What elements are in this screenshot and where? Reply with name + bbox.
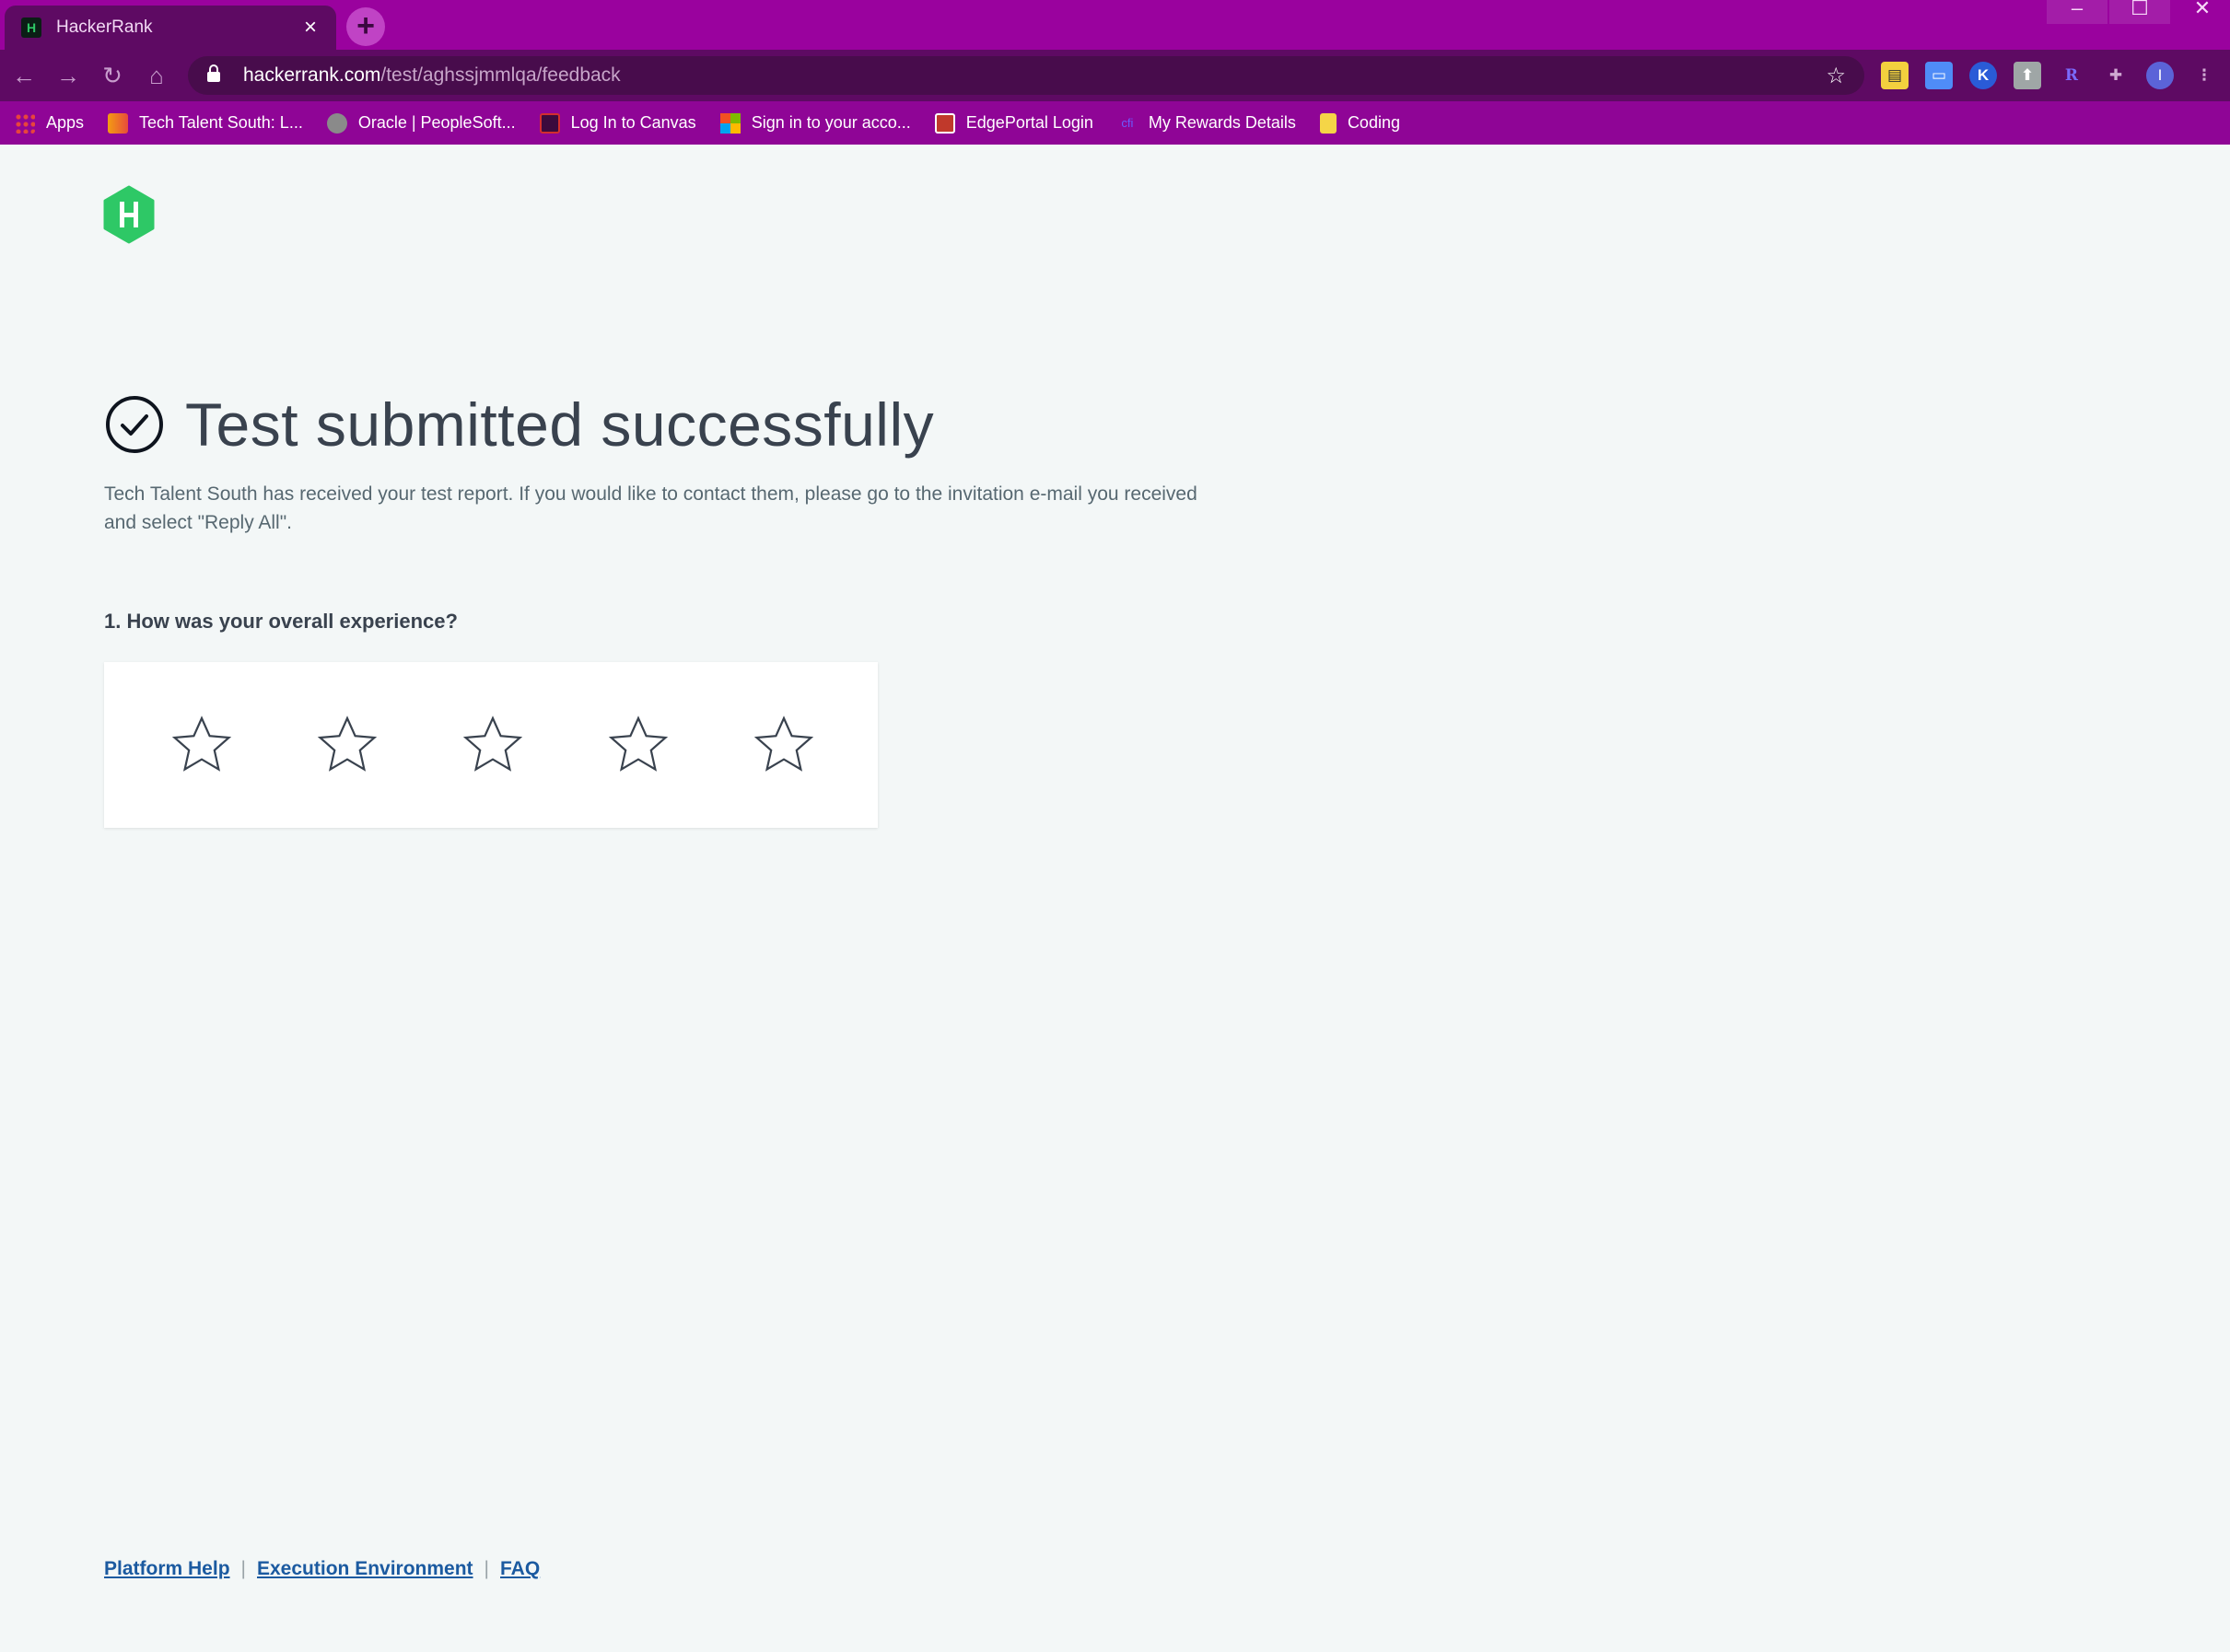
page-content: Test submitted successfully Tech Talent … <box>0 145 2230 1652</box>
folder-icon <box>1319 112 1337 134</box>
rating-star-1-icon[interactable] <box>170 714 233 776</box>
hackerrank-logo-icon[interactable] <box>101 185 157 244</box>
tab-strip: H HackerRank × + – ☐ ✕ <box>0 0 2230 50</box>
footer-separator: | <box>484 1558 490 1579</box>
rating-star-2-icon[interactable] <box>316 714 379 776</box>
bookmark-apps[interactable]: Apps <box>15 112 85 134</box>
browser-chrome: H HackerRank × + – ☐ ✕ ← → ↻ ⌂ hackerran… <box>0 0 2230 145</box>
bookmark-tech-talent-south[interactable]: Tech Talent South: L... <box>108 112 303 134</box>
page-title: Test submitted successfully <box>185 390 935 459</box>
bookmark-oracle-peoplesoft[interactable]: Oracle | PeopleSoft... <box>326 112 516 134</box>
footer-link-execution-environment[interactable]: Execution Environment <box>257 1558 473 1580</box>
footer-separator: | <box>240 1558 246 1579</box>
bookmark-label: Log In to Canvas <box>570 113 696 132</box>
bookmark-label: Sign in to your acco... <box>751 113 911 132</box>
back-icon[interactable]: ← <box>7 59 41 92</box>
tab-close-icon[interactable]: × <box>298 15 323 41</box>
tts-icon <box>108 112 129 134</box>
window-minimize-button[interactable]: – <box>2047 0 2107 24</box>
lock-icon <box>206 64 230 87</box>
rewards-icon: cfi <box>1121 115 1134 130</box>
footer-link-faq[interactable]: FAQ <box>500 1558 540 1580</box>
bookmark-label: My Rewards Details <box>1148 113 1296 132</box>
url-host: hackerrank.com <box>243 64 381 86</box>
edge-portal-icon <box>934 112 955 134</box>
browser-menu-icon[interactable]: ⋮ <box>2190 62 2218 89</box>
bookmark-label: Tech Talent South: L... <box>139 113 303 132</box>
bookmark-coding-folder[interactable]: Coding <box>1319 112 1400 134</box>
tab-hackerrank[interactable]: H HackerRank × <box>5 6 336 50</box>
window-close-button[interactable]: ✕ <box>2172 0 2230 24</box>
check-circle-icon <box>106 396 163 453</box>
keyboard-icon[interactable]: ▤ <box>1881 62 1909 89</box>
footer-link-platform-help[interactable]: Platform Help <box>104 1558 230 1580</box>
rating-star-4-icon[interactable] <box>607 714 670 776</box>
home-icon[interactable]: ⌂ <box>140 59 173 92</box>
forward-icon[interactable]: → <box>52 59 85 92</box>
bookmark-label: Apps <box>46 113 85 132</box>
r-extension-icon[interactable]: R <box>2058 62 2085 89</box>
doc-icon[interactable]: ▭ <box>1925 62 1953 89</box>
reload-icon[interactable]: ↻ <box>96 59 129 92</box>
bookmark-my-rewards[interactable]: cfi My Rewards Details <box>1117 113 1296 134</box>
canvas-icon <box>539 112 560 134</box>
url-path: /test/aghssjmmlqa/feedback <box>380 64 621 86</box>
hackerrank-favicon-icon: H <box>21 17 41 38</box>
bookmark-star-icon[interactable]: ☆ <box>1826 63 1846 89</box>
bookmark-microsoft-signin[interactable]: Sign in to your acco... <box>719 112 911 134</box>
k-extension-icon[interactable]: K <box>1969 62 1997 89</box>
bookmark-label: Oracle | PeopleSoft... <box>357 113 516 132</box>
success-heading: Test submitted successfully <box>104 390 934 460</box>
rocket-icon[interactable]: ⬆ <box>2014 62 2041 89</box>
microsoft-icon <box>719 112 741 134</box>
profile-avatar[interactable]: I <box>2146 62 2174 89</box>
bookmark-canvas[interactable]: Log In to Canvas <box>539 112 696 134</box>
globe-icon <box>326 112 347 134</box>
star-rating <box>104 662 878 828</box>
tab-title: HackerRank <box>56 17 153 37</box>
bookmark-label: Coding <box>1347 113 1400 132</box>
submission-description: Tech Talent South has received your test… <box>104 483 1197 533</box>
footer-links: Platform Help | Execution Environment | … <box>104 1558 540 1580</box>
bookmarks-bar: Apps Tech Talent South: L... Oracle | Pe… <box>0 101 2230 145</box>
browser-toolbar: ← → ↻ ⌂ hackerrank.com/test/aghssjmmlqa/… <box>0 50 2230 101</box>
address-bar[interactable]: hackerrank.com/test/aghssjmmlqa/feedback… <box>188 56 1864 95</box>
puzzle-icon[interactable]: ✚ <box>2102 62 2130 89</box>
window-maximize-button[interactable]: ☐ <box>2109 0 2170 24</box>
bookmark-edgeportal[interactable]: EdgePortal Login <box>934 112 1093 134</box>
apps-grid-icon <box>15 112 35 134</box>
feedback-question: 1. How was your overall experience? <box>104 610 458 633</box>
rating-star-3-icon[interactable] <box>461 714 524 776</box>
bookmark-label: EdgePortal Login <box>965 113 1093 132</box>
rating-star-5-icon[interactable] <box>753 714 815 776</box>
new-tab-button[interactable]: + <box>346 7 385 46</box>
